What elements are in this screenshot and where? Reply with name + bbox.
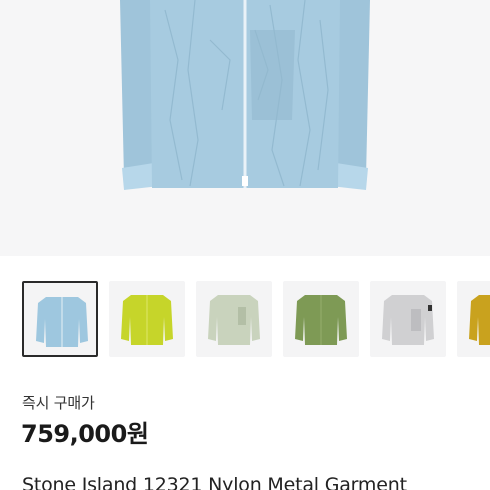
sage-jacket-thumbnail-image: [208, 295, 260, 345]
product-title[interactable]: Stone Island 12321 Nylon Metal Garment: [22, 474, 407, 490]
blue-jacket-thumbnail-image: [36, 297, 88, 347]
grey-jacket-thumbnail-image: [382, 295, 434, 345]
buy-now-price-label: 즉시 구매가: [22, 394, 95, 412]
blue-jacket-thumbnail[interactable]: [22, 281, 98, 357]
blue-nylon-jacket-image: [120, 0, 370, 190]
sage-jacket-thumbnail[interactable]: [196, 281, 272, 357]
olive-jacket-thumbnail-image: [295, 295, 347, 345]
price: 759,000원: [21, 420, 149, 448]
mustard-jacket-thumbnail[interactable]: [457, 281, 490, 357]
grey-jacket-thumbnail[interactable]: [370, 281, 446, 357]
product-main-image[interactable]: [0, 0, 490, 256]
lime-jacket-thumbnail-image: [121, 295, 173, 345]
lime-jacket-thumbnail[interactable]: [109, 281, 185, 357]
mustard-jacket-thumbnail-image: [469, 295, 490, 345]
thumbnail-strip: [22, 281, 490, 359]
olive-jacket-thumbnail[interactable]: [283, 281, 359, 357]
